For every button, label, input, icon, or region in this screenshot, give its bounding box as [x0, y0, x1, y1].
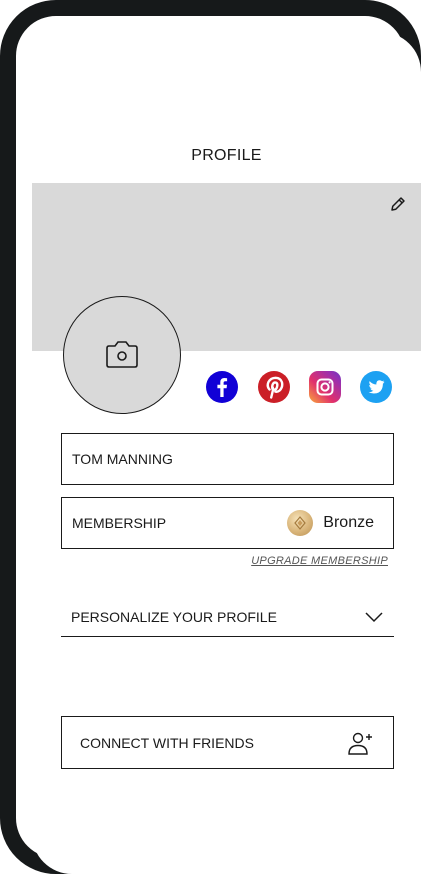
pinterest-icon[interactable] — [258, 371, 290, 403]
membership-tier: Bronze — [323, 514, 374, 531]
facebook-icon[interactable] — [206, 371, 238, 403]
personalize-profile-dropdown[interactable]: PERSONALIZE YOUR PROFILE — [61, 597, 394, 637]
avatar-upload[interactable] — [63, 296, 181, 414]
bronze-badge-icon — [287, 510, 314, 536]
connect-label: CONNECT WITH FRIENDS — [80, 734, 254, 751]
upgrade-membership-link[interactable]: UPGRADE MEMBERSHIP — [251, 555, 388, 567]
instagram-icon[interactable] — [309, 371, 341, 403]
camera-icon — [106, 341, 138, 368]
connect-with-friends-button[interactable]: CONNECT WITH FRIENDS — [61, 716, 394, 769]
name-value: TOM MANNING — [72, 451, 173, 467]
name-field[interactable]: TOM MANNING — [61, 433, 394, 485]
membership-field: MEMBERSHIP Bronze — [61, 497, 394, 549]
phone-frame: PROFILE TOM MANNING MEMBERSHIP Bronze UP… — [0, 0, 421, 874]
page-title: PROFILE — [191, 147, 262, 164]
pencil-icon[interactable] — [389, 195, 407, 213]
membership-label: MEMBERSHIP — [72, 515, 167, 531]
chevron-down-icon — [365, 611, 383, 622]
personalize-label: PERSONALIZE YOUR PROFILE — [71, 608, 277, 625]
screen: PROFILE TOM MANNING MEMBERSHIP Bronze UP… — [32, 32, 421, 874]
add-friend-icon — [348, 732, 372, 755]
twitter-icon[interactable] — [360, 371, 392, 403]
